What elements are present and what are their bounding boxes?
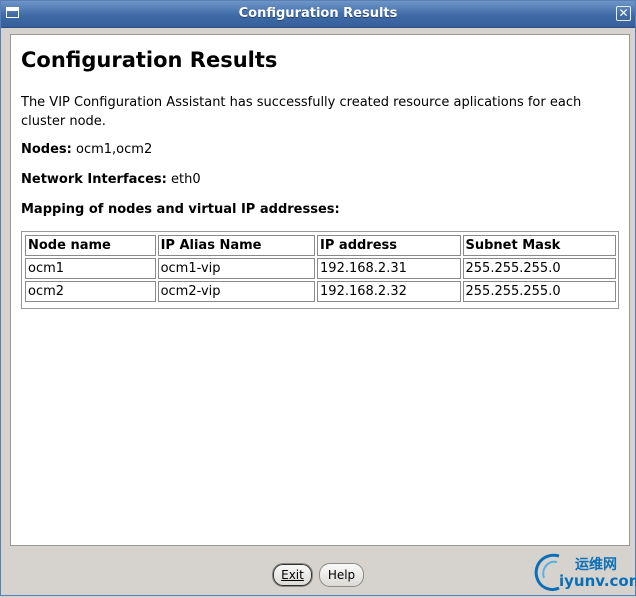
- cell-subnet-mask: 255.255.255.0: [462, 258, 616, 279]
- table-row: ocm2 ocm2-vip 192.168.2.32 255.255.255.0: [25, 281, 616, 302]
- network-interfaces-line: Network Interfaces: eth0: [21, 172, 201, 187]
- results-panel: Configuration Results The VIP Configurat…: [10, 34, 630, 546]
- mapping-table-container: Node name IP Alias Name IP address Subne…: [21, 231, 619, 309]
- network-interfaces-label: Network Interfaces:: [21, 172, 167, 187]
- exit-button[interactable]: Exit: [272, 563, 313, 587]
- column-header-ip-alias-name: IP Alias Name: [157, 235, 316, 256]
- cell-ip-alias-name: ocm1-vip: [157, 258, 316, 279]
- cell-ip-address: 192.168.2.31: [317, 258, 461, 279]
- table-row: ocm1 ocm1-vip 192.168.2.31 255.255.255.0: [25, 258, 616, 279]
- dialog-window: Configuration Results ✕ Configuration Re…: [0, 0, 636, 596]
- nodes-label: Nodes:: [21, 142, 72, 157]
- close-icon[interactable]: ✕: [616, 6, 631, 21]
- cell-node-name: ocm2: [25, 281, 156, 302]
- watermark-text-url: iyunv.com: [559, 572, 636, 590]
- help-button[interactable]: Help: [319, 563, 364, 587]
- watermark-text-cn: 运维网: [575, 557, 617, 573]
- mapping-table: Node name IP Alias Name IP address Subne…: [23, 233, 618, 304]
- description-text: The VIP Configuration Assistant has succ…: [21, 95, 582, 129]
- network-interfaces-value: eth0: [171, 172, 201, 187]
- page-title: Configuration Results: [21, 48, 278, 72]
- mapping-title: Mapping of nodes and virtual IP addresse…: [21, 202, 340, 217]
- window-title: Configuration Results: [238, 6, 398, 21]
- column-header-ip-address: IP address: [317, 235, 461, 256]
- watermark-logo: 运维网 iyunv.com: [529, 548, 636, 596]
- column-header-node-name: Node name: [25, 235, 156, 256]
- cell-node-name: ocm1: [25, 258, 156, 279]
- table-header-row: Node name IP Alias Name IP address Subne…: [25, 235, 616, 256]
- exit-button-label: Exit: [281, 568, 304, 582]
- title-bar[interactable]: Configuration Results ✕: [1, 1, 635, 28]
- column-header-subnet-mask: Subnet Mask: [462, 235, 616, 256]
- cell-subnet-mask: 255.255.255.0: [462, 281, 616, 302]
- cell-ip-alias-name: ocm2-vip: [157, 281, 316, 302]
- nodes-value: ocm1,ocm2: [76, 142, 153, 157]
- nodes-line: Nodes: ocm1,ocm2: [21, 142, 152, 157]
- cell-ip-address: 192.168.2.32: [317, 281, 461, 302]
